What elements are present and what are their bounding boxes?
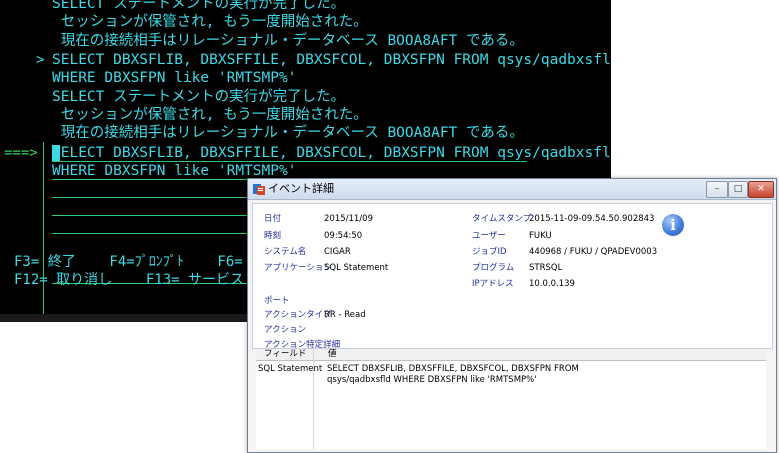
event-detail-dialog: イベント詳細 – □ ✕ 日付 2015/11/09 時刻 09:54:50 シ… — [247, 178, 777, 453]
terminal-line: セッションが保管され, もう一度開始された。 — [52, 107, 368, 123]
terminal-line: 現在の接続相手はリレーショナル・データベース BOOA8AFT である。 — [52, 33, 524, 49]
title-bar[interactable]: イベント詳細 – □ ✕ — [248, 179, 776, 200]
job-id-value: 440968 / FUKU / QPADEV0003 — [529, 247, 658, 257]
maximize-button[interactable]: □ — [728, 181, 748, 198]
input-underline — [52, 197, 252, 198]
column-header-field[interactable]: フィールド — [264, 349, 306, 360]
action-type-value: RR - Read — [324, 310, 366, 320]
date-value: 2015/11/09 — [324, 214, 373, 224]
user-label: ユーザー — [472, 231, 506, 241]
detail-grid-header: フィールド 値 — [256, 349, 766, 361]
timestamp-label: タイムスタンプ — [472, 214, 532, 224]
input-underline — [52, 233, 252, 234]
terminal-line: SELECT ステートメントの実行が完了した。 — [52, 0, 346, 12]
detail-panel: 日付 2015/11/09 時刻 09:54:50 システム名 CIGAR アプ… — [252, 203, 773, 350]
date-label: 日付 — [264, 214, 282, 224]
application-value: SQL Statement — [324, 263, 389, 273]
action-type-label: アクションタイプ — [264, 310, 332, 320]
user-value: FUKU — [529, 231, 552, 241]
time-label: 時刻 — [264, 231, 282, 241]
input-underline — [52, 215, 252, 216]
grid-cell-value-continued[interactable]: qsys/qadbxsfld WHERE DBXSFPN like 'RMTSM… — [327, 375, 537, 386]
program-label: プログラム — [472, 263, 515, 273]
terminal-line: セッションが保管され, もう一度開始された。 — [52, 14, 368, 30]
job-id-label: ジョブID — [472, 247, 507, 257]
terminal-line: SELECT DBXSFLIB, DBXSFFILE, DBXSFCOL, DB… — [52, 52, 611, 68]
minimize-button[interactable]: – — [706, 181, 728, 198]
command-input-line1[interactable]: SELECT DBXSFLIB, DBXSFFILE, DBXSFCOL, DB… — [52, 144, 611, 162]
timestamp-value: 2015-11-09-09.54.50.902843 — [529, 214, 655, 224]
close-button[interactable]: ✕ — [748, 181, 774, 198]
app-icon — [253, 184, 265, 195]
function-keys-row2: F12= 取り消し F13= サービス — [14, 272, 245, 288]
time-value: 09:54:50 — [324, 231, 363, 241]
input-prompt: ===> — [4, 145, 38, 161]
column-header-value[interactable]: 値 — [328, 349, 337, 360]
port-label: ポート — [264, 296, 290, 306]
detail-grid: SQL Statement SELECT DBXSFLIB, DBXSFFILE… — [256, 361, 766, 449]
info-icon: i — [662, 214, 684, 236]
terminal-line: 現在の接続相手はリレーショナル・データベース BOOA8AFT である。 — [52, 125, 524, 141]
application-label: アプリケーション — [264, 263, 332, 273]
column-separator — [313, 349, 314, 449]
input-underline — [52, 161, 527, 162]
action-label: アクション — [264, 325, 307, 335]
ip-address-value: 10.0.0.139 — [529, 279, 575, 289]
system-value: CIGAR — [324, 247, 351, 257]
program-value: STRSQL — [529, 263, 563, 273]
history-marker: > — [36, 52, 45, 68]
function-keys-row1: F3= 終了 F4=ﾌﾟﾛﾝﾌﾟﾄ F6= 行 — [14, 254, 266, 270]
grid-cell-value[interactable]: SELECT DBXSFLIB, DBXSFFILE, DBXSFCOL, DB… — [327, 364, 579, 375]
terminal-line: WHERE DBXSFPN like 'RMTSMP%' — [52, 70, 297, 86]
terminal-line: SELECT ステートメントの実行が完了した。 — [52, 89, 346, 105]
dialog-title: イベント詳細 — [268, 182, 334, 195]
ip-address-label: IPアドレス — [472, 279, 514, 289]
system-label: システム名 — [264, 247, 307, 257]
